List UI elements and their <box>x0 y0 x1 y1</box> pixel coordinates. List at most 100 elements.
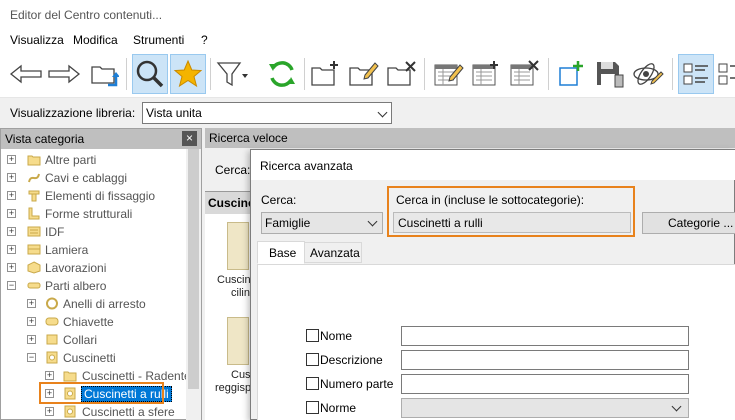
expand-icon[interactable]: + <box>7 155 16 164</box>
name-field[interactable] <box>401 326 689 346</box>
tree-item-label: Parti albero <box>45 279 107 293</box>
standards-select[interactable] <box>401 398 689 418</box>
tree-item[interactable]: + IDF <box>1 223 187 241</box>
expand-icon[interactable]: + <box>27 335 36 344</box>
tab-avanzata[interactable]: Avanzata <box>304 242 362 263</box>
title-bar: Editor del Centro contenuti... <box>0 0 735 30</box>
menu-help[interactable]: ? <box>201 33 208 47</box>
expand-icon[interactable]: + <box>27 299 36 308</box>
expand-icon[interactable]: + <box>7 191 16 200</box>
tree-item[interactable]: − Cuscinetti <box>1 349 187 367</box>
shaft-parts-icon <box>27 282 41 289</box>
categories-button[interactable]: Categorie ... <box>642 212 735 234</box>
tree-item-label: Cavi e cablaggi <box>45 171 128 185</box>
tree-item[interactable]: + Altre parti <box>1 151 187 169</box>
more-view-icon[interactable] <box>716 54 735 94</box>
family-thumbnail[interactable] <box>227 317 249 365</box>
menu-modifica[interactable]: Modifica <box>73 33 118 47</box>
tree-item[interactable]: + Collari <box>1 331 187 349</box>
menu-visualizza[interactable]: Visualizza <box>10 33 64 47</box>
result-label: cilin <box>231 287 250 299</box>
folder-up-icon[interactable] <box>86 54 122 94</box>
tree-scrollbar[interactable] <box>186 149 201 420</box>
close-icon[interactable]: × <box>182 131 197 146</box>
favorites-star-icon[interactable] <box>170 54 206 94</box>
back-arrow-icon[interactable] <box>8 54 44 94</box>
expand-icon[interactable]: + <box>45 371 54 380</box>
expand-icon[interactable]: + <box>7 209 16 218</box>
search-type-select[interactable]: Famiglie <box>261 212 383 234</box>
description-checkbox[interactable] <box>306 353 319 366</box>
idf-icon <box>27 226 41 237</box>
expand-icon[interactable]: + <box>7 173 16 182</box>
scrollbar-thumb[interactable] <box>188 149 199 389</box>
search-type-value: Famiglie <box>265 216 311 230</box>
library-view-value: Vista unita <box>146 106 202 120</box>
add-family-icon[interactable] <box>554 54 590 94</box>
category-panel-header: Vista categoria × <box>1 129 201 149</box>
tree-item[interactable]: + Cuscinetti a sfere <box>1 403 187 420</box>
description-field[interactable] <box>401 350 689 370</box>
delete-family-icon[interactable] <box>506 54 542 94</box>
refresh-icon[interactable] <box>264 54 300 94</box>
tree-item[interactable]: + Elementi di fissaggio <box>1 187 187 205</box>
machining-icon <box>27 261 41 274</box>
tree-item[interactable]: + Chiavette <box>1 313 187 331</box>
collapse-icon[interactable]: − <box>7 281 16 290</box>
library-view-bar: Visualizzazione libreria: Vista unita <box>0 98 735 128</box>
edit-category-icon[interactable] <box>346 54 382 94</box>
window-title: Editor del Centro contenuti... <box>10 8 163 22</box>
chevron-down-icon <box>377 107 388 118</box>
tab-content: Nome Descrizione Numero parte Norme <box>257 264 735 420</box>
part-number-checkbox[interactable] <box>306 377 319 390</box>
new-family-icon[interactable] <box>430 54 466 94</box>
chevron-down-icon <box>367 216 378 227</box>
menu-strumenti[interactable]: Strumenti <box>133 33 184 47</box>
advanced-search-dialog: Ricerca avanzata Cerca: Famiglie Cerca i… <box>250 149 735 420</box>
tree-item[interactable]: + Lavorazioni <box>1 259 187 277</box>
expand-icon[interactable]: + <box>7 245 16 254</box>
tree-item[interactable]: + Cavi e cablaggi <box>1 169 187 187</box>
tab-base[interactable]: Base <box>257 241 305 264</box>
results-pane: Cuscine Cuscine cilin Cus reggisp <box>205 191 257 420</box>
new-category-icon[interactable] <box>308 54 344 94</box>
expand-icon[interactable]: + <box>45 407 54 416</box>
save-icon[interactable] <box>592 54 628 94</box>
list-view-icon[interactable] <box>678 54 714 94</box>
tree-item[interactable]: + Lamiera <box>1 241 187 259</box>
tree-item-label: IDF <box>45 225 65 239</box>
publish-icon[interactable] <box>630 54 666 94</box>
forward-arrow-icon[interactable] <box>46 54 82 94</box>
tree-item[interactable]: − Parti albero <box>1 277 187 295</box>
part-number-label: Numero parte <box>320 377 394 391</box>
part-number-field[interactable] <box>401 374 689 394</box>
expand-icon[interactable]: + <box>27 317 36 326</box>
standards-checkbox[interactable] <box>306 401 319 414</box>
folder-icon <box>27 155 41 166</box>
name-checkbox[interactable] <box>306 329 319 342</box>
quick-search-header: Ricerca veloce <box>205 128 735 148</box>
library-view-select[interactable]: Vista unita <box>142 102 392 124</box>
fastener-icon <box>28 190 40 202</box>
categories-button-label: Categorie ... <box>668 216 734 230</box>
collapse-icon[interactable]: − <box>27 353 36 362</box>
delete-category-icon[interactable] <box>384 54 420 94</box>
tree-item[interactable]: + Anelli di arresto <box>1 295 187 313</box>
sheet-metal-icon <box>27 244 41 255</box>
expand-icon[interactable]: + <box>7 263 16 272</box>
search-icon[interactable] <box>132 54 168 94</box>
expand-icon[interactable]: + <box>7 227 16 236</box>
filter-icon[interactable] <box>214 54 250 94</box>
category-tree: + Altre parti + Cavi e cablaggi + Elemen… <box>1 149 187 420</box>
edit-family-icon[interactable] <box>468 54 504 94</box>
tree-item[interactable]: + Forme strutturali <box>1 205 187 223</box>
tree-item-label: Altre parti <box>45 153 97 167</box>
quick-search-label: Cerca: <box>215 163 251 177</box>
tree-item-label: Anelli di arresto <box>63 297 146 311</box>
highlight-box <box>387 186 635 237</box>
family-thumbnail[interactable] <box>227 222 249 270</box>
results-header: Cuscine <box>205 192 255 214</box>
menu-bar: Visualizza Modifica Strumenti ? <box>0 30 735 50</box>
description-label: Descrizione <box>320 353 383 367</box>
tree-item-label: Chiavette <box>63 315 114 329</box>
